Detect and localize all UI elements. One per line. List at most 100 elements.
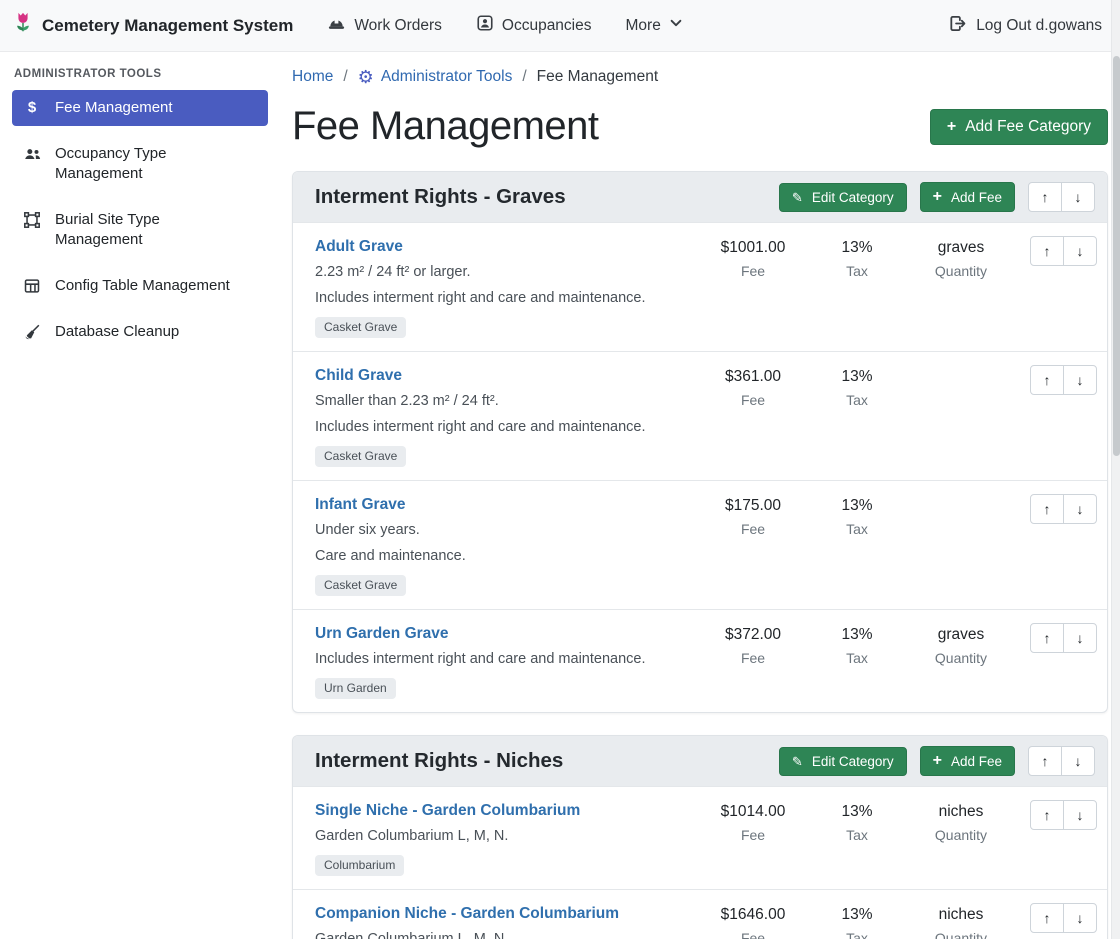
move-category-down-button[interactable]: ↓ [1061, 182, 1095, 212]
plus-icon: + [933, 189, 942, 205]
move-fee-down-button[interactable]: ↓ [1063, 494, 1097, 524]
fee-description: Under six years. [315, 519, 675, 542]
fee-row: Infant Grave Under six years. Care and m… [293, 480, 1107, 609]
hard-hat-icon [327, 14, 346, 38]
move-fee-down-button[interactable]: ↓ [1063, 365, 1097, 395]
fee-description: 2.23 m² / 24 ft² or larger. [315, 261, 675, 284]
edit-category-button[interactable]: ✎ Edit Category [779, 183, 907, 212]
fee-description: Includes interment right and care and ma… [315, 287, 675, 310]
nav-more-label: More [626, 17, 661, 35]
broom-icon [22, 322, 42, 341]
fee-name-link[interactable]: Single Niche - Garden Columbarium [315, 800, 580, 822]
fee-description: Smaller than 2.23 m² / 24 ft². [315, 390, 675, 413]
sidebar-item-occupancy-type[interactable]: Occupancy Type Management [12, 136, 268, 192]
tulip-logo-icon [12, 11, 34, 40]
breadcrumb-admin-tools-link[interactable]: ⚙ Administrator Tools [358, 68, 513, 86]
logout-icon [948, 14, 967, 38]
app-brand[interactable]: Cemetery Management System [12, 11, 293, 40]
fee-quantity [909, 365, 1013, 366]
admin-sidebar: ADMINISTRATOR TOOLS $ Fee Management Occ… [0, 52, 280, 939]
move-category-up-button[interactable]: ↑ [1028, 746, 1062, 776]
fee-quantity [909, 494, 1013, 495]
category-card-niches: Interment Rights - Niches ✎ Edit Categor… [292, 735, 1108, 939]
move-category-down-button[interactable]: ↓ [1061, 746, 1095, 776]
category-card-graves: Interment Rights - Graves ✎ Edit Categor… [292, 171, 1108, 713]
add-fee-button[interactable]: + Add Fee [920, 182, 1015, 212]
move-fee-up-button[interactable]: ↑ [1030, 800, 1064, 830]
breadcrumb-separator: / [343, 68, 347, 86]
logout-button[interactable]: Log Out d.gowans [948, 14, 1102, 38]
fee-description: Garden Columbarium L, M, N. [315, 928, 675, 939]
fee-type-badge: Urn Garden [315, 678, 396, 699]
nav-occupancies[interactable]: Occupancies [476, 14, 592, 37]
page-title: Fee Management [292, 104, 599, 149]
plus-icon: + [933, 753, 942, 769]
fee-amount: $1001.00 Fee [701, 236, 805, 279]
category-title: Interment Rights - Niches [315, 749, 779, 773]
fee-row: Child Grave Smaller than 2.23 m² / 24 ft… [293, 351, 1107, 480]
brand-title: Cemetery Management System [42, 16, 293, 36]
fee-name-link[interactable]: Urn Garden Grave [315, 623, 449, 645]
sidebar-item-burial-site-type[interactable]: Burial Site Type Management [12, 202, 268, 258]
nav-more[interactable]: More [626, 16, 683, 35]
nav-work-orders[interactable]: Work Orders [327, 14, 442, 38]
main-content: Home / ⚙ Administrator Tools / Fee Manag… [280, 52, 1120, 939]
top-navbar: Cemetery Management System Work Orders O… [0, 0, 1120, 52]
fee-row: Adult Grave 2.23 m² / 24 ft² or larger. … [293, 222, 1107, 351]
fee-amount: $1646.00 Fee [701, 903, 805, 939]
fee-quantity: graves Quantity [909, 236, 1013, 279]
move-fee-up-button[interactable]: ↑ [1030, 365, 1064, 395]
move-fee-up-button[interactable]: ↑ [1030, 623, 1064, 653]
plus-icon: + [947, 119, 956, 135]
category-header: Interment Rights - Niches ✎ Edit Categor… [293, 736, 1107, 786]
sidebar-heading: ADMINISTRATOR TOOLS [0, 52, 280, 90]
fee-row: Companion Niche - Garden Columbarium Gar… [293, 889, 1107, 939]
fee-amount: $1014.00 Fee [701, 800, 805, 843]
sidebar-item-database-cleanup[interactable]: Database Cleanup [12, 314, 268, 350]
scrollbar-thumb[interactable] [1113, 56, 1120, 456]
move-fee-down-button[interactable]: ↓ [1063, 236, 1097, 266]
fee-type-badge: Casket Grave [315, 446, 406, 467]
edit-category-button[interactable]: ✎ Edit Category [779, 747, 907, 776]
fee-description: Includes interment right and care and ma… [315, 648, 675, 671]
move-category-up-button[interactable]: ↑ [1028, 182, 1062, 212]
fee-name-link[interactable]: Infant Grave [315, 494, 405, 516]
fee-name-link[interactable]: Adult Grave [315, 236, 403, 258]
fee-type-badge: Casket Grave [315, 575, 406, 596]
move-fee-down-button[interactable]: ↓ [1063, 623, 1097, 653]
sidebar-item-fee-management[interactable]: $ Fee Management [12, 90, 268, 126]
breadcrumb: Home / ⚙ Administrator Tools / Fee Manag… [292, 68, 1108, 86]
fee-tax: 13% Tax [805, 494, 909, 537]
move-fee-down-button[interactable]: ↓ [1063, 800, 1097, 830]
move-fee-up-button[interactable]: ↑ [1030, 903, 1064, 933]
move-fee-up-button[interactable]: ↑ [1030, 494, 1064, 524]
pencil-icon: ✎ [792, 191, 803, 204]
fee-row: Urn Garden Grave Includes interment righ… [293, 609, 1107, 712]
category-header: Interment Rights - Graves ✎ Edit Categor… [293, 172, 1107, 222]
move-fee-down-button[interactable]: ↓ [1063, 903, 1097, 933]
add-fee-button[interactable]: + Add Fee [920, 746, 1015, 776]
fee-name-link[interactable]: Child Grave [315, 365, 402, 387]
scrollbar[interactable] [1111, 0, 1120, 939]
breadcrumb-current: Fee Management [537, 68, 659, 86]
fee-amount: $372.00 Fee [701, 623, 805, 666]
fee-description: Garden Columbarium L, M, N. [315, 825, 675, 848]
breadcrumb-home-link[interactable]: Home [292, 68, 333, 86]
fee-amount: $175.00 Fee [701, 494, 805, 537]
add-fee-category-button[interactable]: + Add Fee Category [930, 109, 1108, 145]
fee-description: Care and maintenance. [315, 545, 675, 568]
fee-type-badge: Columbarium [315, 855, 404, 876]
chevron-down-icon [669, 16, 683, 35]
pencil-icon: ✎ [792, 755, 803, 768]
sidebar-item-config-table[interactable]: Config Table Management [12, 268, 268, 304]
nav-occupancies-label: Occupancies [502, 17, 592, 35]
fee-tax: 13% Tax [805, 236, 909, 279]
fee-tax: 13% Tax [805, 903, 909, 939]
fee-quantity: graves Quantity [909, 623, 1013, 666]
logout-label: Log Out d.gowans [976, 17, 1102, 35]
fee-tax: 13% Tax [805, 800, 909, 843]
table-icon [22, 276, 42, 295]
fee-name-link[interactable]: Companion Niche - Garden Columbarium [315, 903, 619, 925]
gear-icon: ⚙ [358, 68, 374, 86]
move-fee-up-button[interactable]: ↑ [1030, 236, 1064, 266]
